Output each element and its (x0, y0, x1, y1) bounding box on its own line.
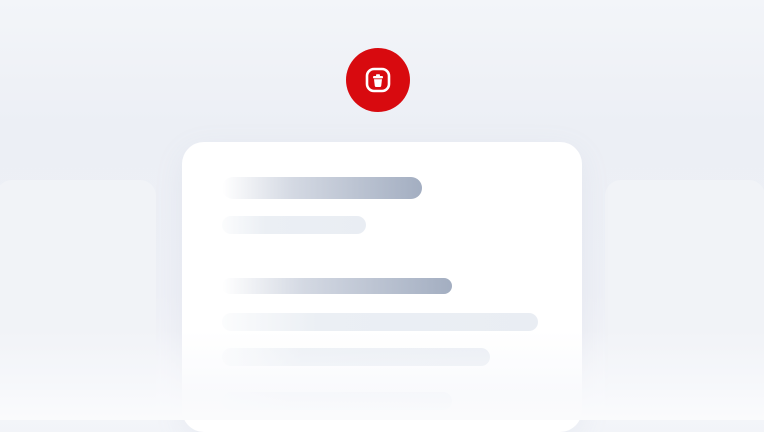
skeleton-line-bar (222, 348, 490, 366)
skeleton-line-bar (222, 392, 452, 410)
skeleton-line-bar (222, 313, 538, 331)
content-card-skeleton (182, 142, 582, 432)
skeleton-title-bar (222, 177, 422, 199)
skeleton-heading-bar (222, 278, 452, 294)
illustration-stage (0, 0, 764, 432)
side-card-left (0, 180, 156, 420)
trash-badge (346, 48, 410, 112)
skeleton-subtitle-bar (222, 216, 366, 234)
trash-icon (365, 67, 391, 93)
side-card-right (605, 180, 764, 420)
